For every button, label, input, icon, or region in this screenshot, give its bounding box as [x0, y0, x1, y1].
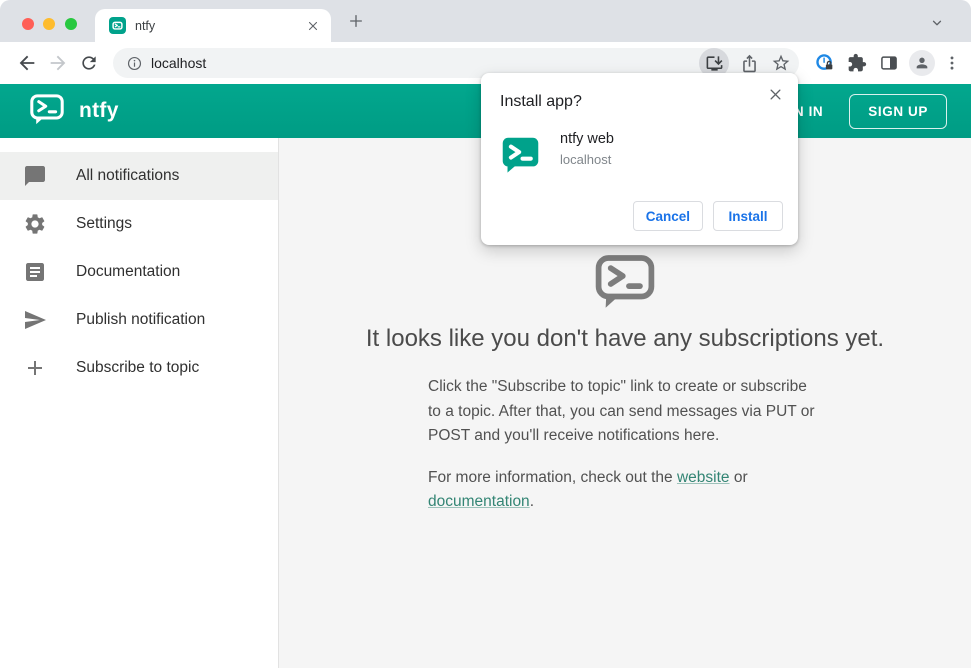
sidebar-item-subscribe-to-topic[interactable]: Subscribe to topic — [0, 344, 278, 392]
dialog-close-icon[interactable] — [765, 84, 785, 104]
sidebar-item-label: Documentation — [76, 263, 181, 280]
paragraph-text: . — [529, 493, 534, 510]
browser-tab-ntfy[interactable]: ntfy — [95, 9, 331, 42]
documentation-icon — [23, 260, 47, 284]
cancel-button[interactable]: Cancel — [632, 201, 703, 231]
forward-icon[interactable] — [46, 51, 70, 75]
new-tab-icon[interactable] — [347, 12, 365, 30]
side-panel-icon[interactable] — [877, 51, 901, 75]
send-icon — [23, 308, 47, 332]
sign-up-button[interactable]: SIGN UP — [849, 93, 947, 129]
plus-icon — [23, 356, 47, 380]
site-info-icon[interactable] — [125, 54, 143, 72]
sidebar-item-label: Settings — [76, 215, 133, 232]
website-link[interactable]: website — [677, 469, 730, 486]
browser-window: ntfy localhost ntfy IN SIGN UP All notif… — [0, 0, 971, 668]
ntfy-outline-icon — [592, 250, 658, 310]
empty-state-heading: It looks like you don't have any subscri… — [365, 325, 885, 352]
sidebar-item-label: Publish notification — [76, 311, 206, 328]
empty-state-text: Click the "Subscribe to topic" link to c… — [428, 375, 822, 515]
bookmark-star-icon[interactable] — [769, 51, 793, 75]
brand-title: ntfy — [79, 99, 119, 122]
sidebar-item-label: All notifications — [76, 167, 180, 184]
tab-close-icon[interactable] — [305, 18, 321, 34]
profile-avatar-icon[interactable] — [909, 50, 935, 76]
empty-state-paragraph: For more information, check out the webs… — [428, 466, 822, 515]
back-icon[interactable] — [15, 51, 39, 75]
paragraph-text: or — [729, 468, 748, 486]
dialog-app-origin: localhost — [560, 152, 612, 167]
reload-icon[interactable] — [77, 51, 101, 75]
extensions-puzzle-icon[interactable] — [845, 51, 869, 75]
tab-strip: ntfy — [0, 0, 971, 42]
sidebar: All notifications Settings Documentation… — [0, 138, 279, 668]
tab-title: ntfy — [135, 18, 156, 33]
install-button[interactable]: Install — [713, 201, 783, 231]
sidebar-item-settings[interactable]: Settings — [0, 200, 278, 248]
dialog-app-name: ntfy web — [560, 131, 614, 147]
sidebar-item-publish-notification[interactable]: Publish notification — [0, 296, 278, 344]
ntfy-logo — [28, 92, 66, 130]
paragraph-text: For more information, check out the — [428, 468, 677, 486]
window-close-button[interactable] — [22, 18, 34, 30]
chat-icon — [23, 164, 47, 188]
tab-search-chevron-icon[interactable] — [929, 15, 945, 31]
dialog-title: Install app? — [500, 93, 582, 110]
documentation-link[interactable]: documentation — [428, 493, 530, 510]
share-icon[interactable] — [737, 51, 761, 75]
install-app-dialog: Install app? ntfy web localhost Cancel I… — [481, 73, 798, 245]
password-extension-icon[interactable] — [813, 51, 837, 75]
sidebar-item-documentation[interactable]: Documentation — [0, 248, 278, 296]
browser-menu-dots-icon[interactable] — [943, 51, 961, 75]
empty-state-paragraph: Click the "Subscribe to topic" link to c… — [428, 378, 815, 444]
window-maximize-button[interactable] — [65, 18, 77, 30]
settings-gear-icon — [23, 212, 47, 236]
url-text[interactable]: localhost — [151, 55, 699, 71]
ntfy-app-icon — [500, 135, 541, 176]
ntfy-favicon — [109, 17, 126, 34]
sidebar-item-all-notifications[interactable]: All notifications — [0, 152, 278, 200]
sidebar-item-label: Subscribe to topic — [76, 359, 200, 376]
window-minimize-button[interactable] — [43, 18, 55, 30]
